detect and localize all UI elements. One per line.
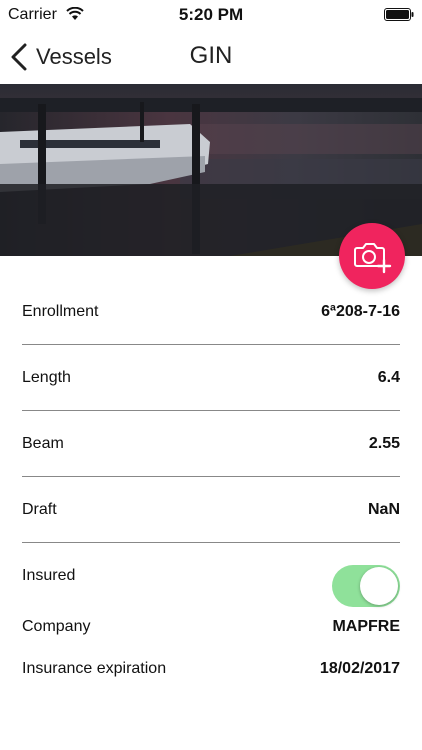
detail-row-beam: Beam 2.55	[22, 411, 400, 477]
insurance-expiration-value: 18/02/2017	[319, 660, 400, 677]
detail-row-length: Length 6.4	[22, 345, 400, 411]
draft-label: Draft	[22, 501, 57, 518]
detail-row-company: Company MAPFRE	[22, 608, 400, 650]
beam-value: 2.55	[368, 435, 400, 452]
vessel-details: Enrollment 6ª208-7-16 Length 6.4 Beam 2.…	[22, 279, 400, 692]
camera-add-icon	[354, 243, 392, 274]
status-bar: Carrier 5:20 PM	[0, 0, 422, 30]
detail-row-insurance-expiration: Insurance expiration 18/02/2017	[22, 650, 400, 692]
detail-row-enrollment: Enrollment 6ª208-7-16	[22, 279, 400, 345]
insurance-expiration-label: Insurance expiration	[22, 660, 167, 677]
insured-toggle[interactable]	[332, 565, 400, 607]
enrollment-label: Enrollment	[22, 303, 99, 320]
chevron-left-icon	[11, 43, 27, 71]
company-value: MAPFRE	[332, 618, 400, 635]
navigation-bar: Vessels GIN	[0, 30, 422, 84]
length-value: 6.4	[377, 369, 400, 386]
beam-label: Beam	[22, 435, 64, 452]
insured-label: Insured	[22, 567, 76, 584]
company-label: Company	[22, 618, 91, 635]
detail-row-draft: Draft NaN	[22, 477, 400, 543]
back-label: Vessels	[36, 44, 112, 69]
back-button[interactable]: Vessels	[10, 40, 112, 74]
status-time: 5:20 PM	[178, 5, 244, 24]
enrollment-value: 6ª208-7-16	[321, 303, 400, 320]
toggle-knob	[360, 567, 398, 605]
draft-value: NaN	[367, 501, 400, 518]
length-label: Length	[22, 369, 71, 386]
detail-row-insured: Insured	[22, 543, 400, 608]
battery-icon	[384, 8, 414, 21]
